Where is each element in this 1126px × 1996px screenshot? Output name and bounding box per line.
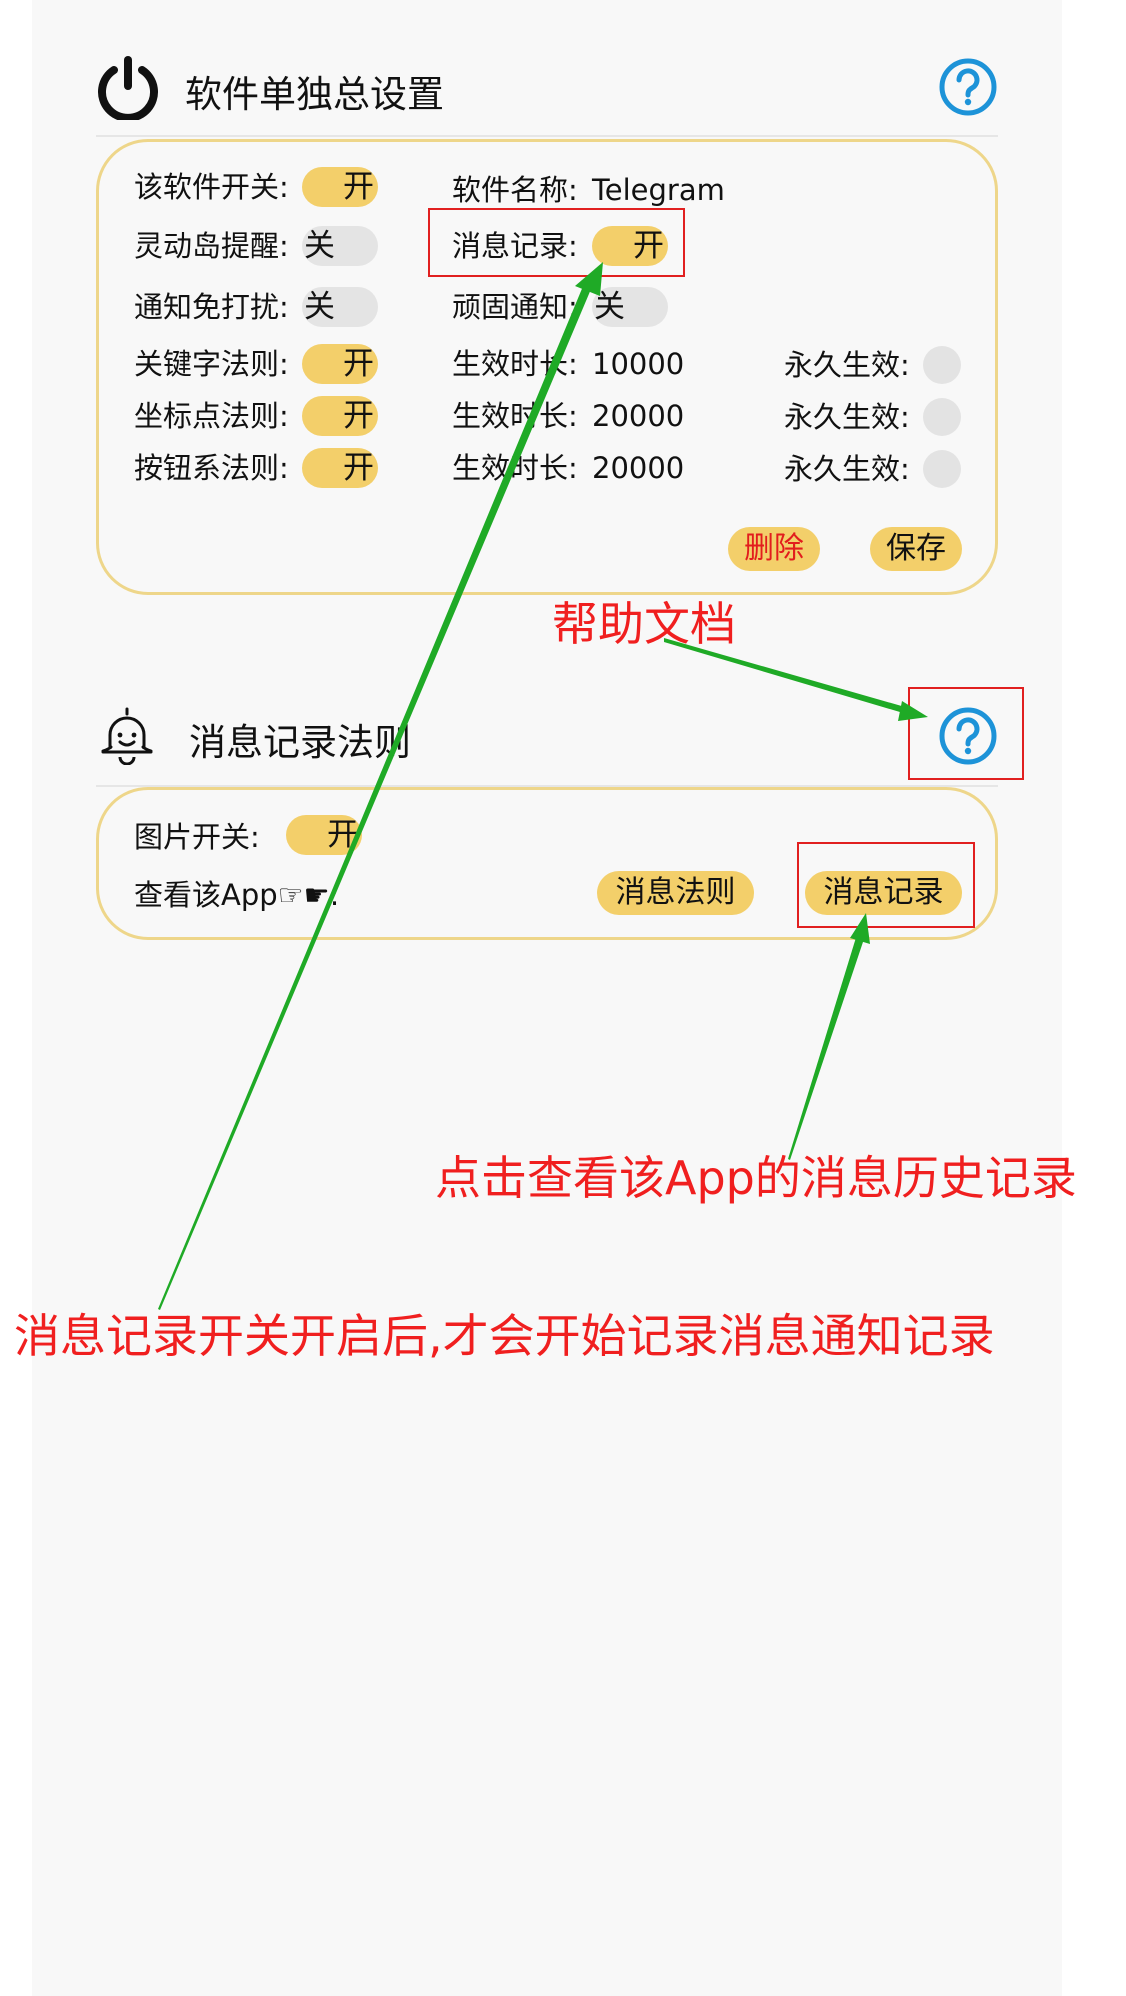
delete-button[interactable]: 删除	[728, 527, 820, 571]
keyword-duration-value[interactable]: 10000	[592, 344, 684, 384]
image-switch-label: 图片开关:	[134, 820, 260, 854]
dnd-toggle[interactable]: 关	[302, 287, 378, 327]
coordinate-duration-label: 生效时长:	[452, 399, 578, 433]
persistent-notification-toggle[interactable]: 关	[592, 287, 668, 327]
help-circle-icon[interactable]	[938, 57, 998, 117]
app-name-label: 软件名称:	[452, 173, 578, 207]
image-switch-toggle[interactable]: 开	[286, 815, 362, 855]
annotation-help-doc: 帮助文档	[552, 597, 736, 651]
annotation-view-history: 点击查看该App的消息历史记录	[435, 1151, 1077, 1205]
coordinate-duration-value[interactable]: 20000	[592, 396, 684, 436]
highlight-message-record-toggle	[428, 208, 685, 277]
highlight-message-records-button	[797, 842, 975, 928]
button-rule-toggle[interactable]: 开	[302, 448, 378, 488]
button-permanent-switch[interactable]	[923, 450, 961, 488]
divider	[96, 135, 998, 137]
section-title-settings: 软件单独总设置	[185, 73, 444, 116]
toggle-state: 开	[343, 398, 374, 434]
save-button[interactable]: 保存	[870, 527, 962, 571]
app-name-value: Telegram	[592, 173, 725, 207]
toggle-state: 开	[343, 169, 374, 205]
app-switch-label: 该软件开关:	[134, 170, 289, 204]
dnd-label: 通知免打扰:	[134, 290, 289, 324]
keyword-permanent-label: 永久生效:	[784, 348, 910, 382]
button-rule-label: 按钮系法则:	[134, 451, 289, 485]
toggle-state: 关	[304, 289, 335, 325]
keyword-permanent-switch[interactable]	[923, 346, 961, 384]
keyword-duration-label: 生效时长:	[452, 347, 578, 381]
coordinate-permanent-label: 永久生效:	[784, 400, 910, 434]
keyword-rule-toggle[interactable]: 开	[302, 344, 378, 384]
toggle-state: 开	[343, 450, 374, 486]
view-app-label: 查看该App☞☛:	[134, 878, 340, 912]
message-rules-button[interactable]: 消息法则	[597, 871, 754, 915]
power-icon	[98, 56, 158, 120]
button-duration-label: 生效时长:	[452, 451, 578, 485]
annotation-record-switch-note: 消息记录开关开启后,才会开始记录消息通知记录	[14, 1309, 995, 1363]
button-duration-value[interactable]: 20000	[592, 448, 684, 488]
coordinate-rule-label: 坐标点法则:	[134, 399, 289, 433]
app-switch-toggle[interactable]: 开	[302, 167, 378, 207]
toggle-state: 开	[343, 346, 374, 382]
coordinate-permanent-switch[interactable]	[923, 398, 961, 436]
toggle-state: 开	[327, 817, 358, 853]
toggle-state: 关	[594, 289, 625, 325]
toggle-state: 关	[304, 228, 335, 264]
section-title-message-rules: 消息记录法则	[189, 721, 411, 764]
highlight-help-icon	[908, 687, 1024, 780]
coordinate-rule-toggle[interactable]: 开	[302, 396, 378, 436]
bell-icon	[101, 707, 153, 765]
keyword-rule-label: 关键字法则:	[134, 347, 289, 381]
persistent-notification-label: 顽固通知:	[452, 290, 578, 324]
button-permanent-label: 永久生效:	[784, 452, 910, 486]
island-reminder-toggle[interactable]: 关	[302, 226, 378, 266]
island-reminder-label: 灵动岛提醒:	[134, 229, 289, 263]
